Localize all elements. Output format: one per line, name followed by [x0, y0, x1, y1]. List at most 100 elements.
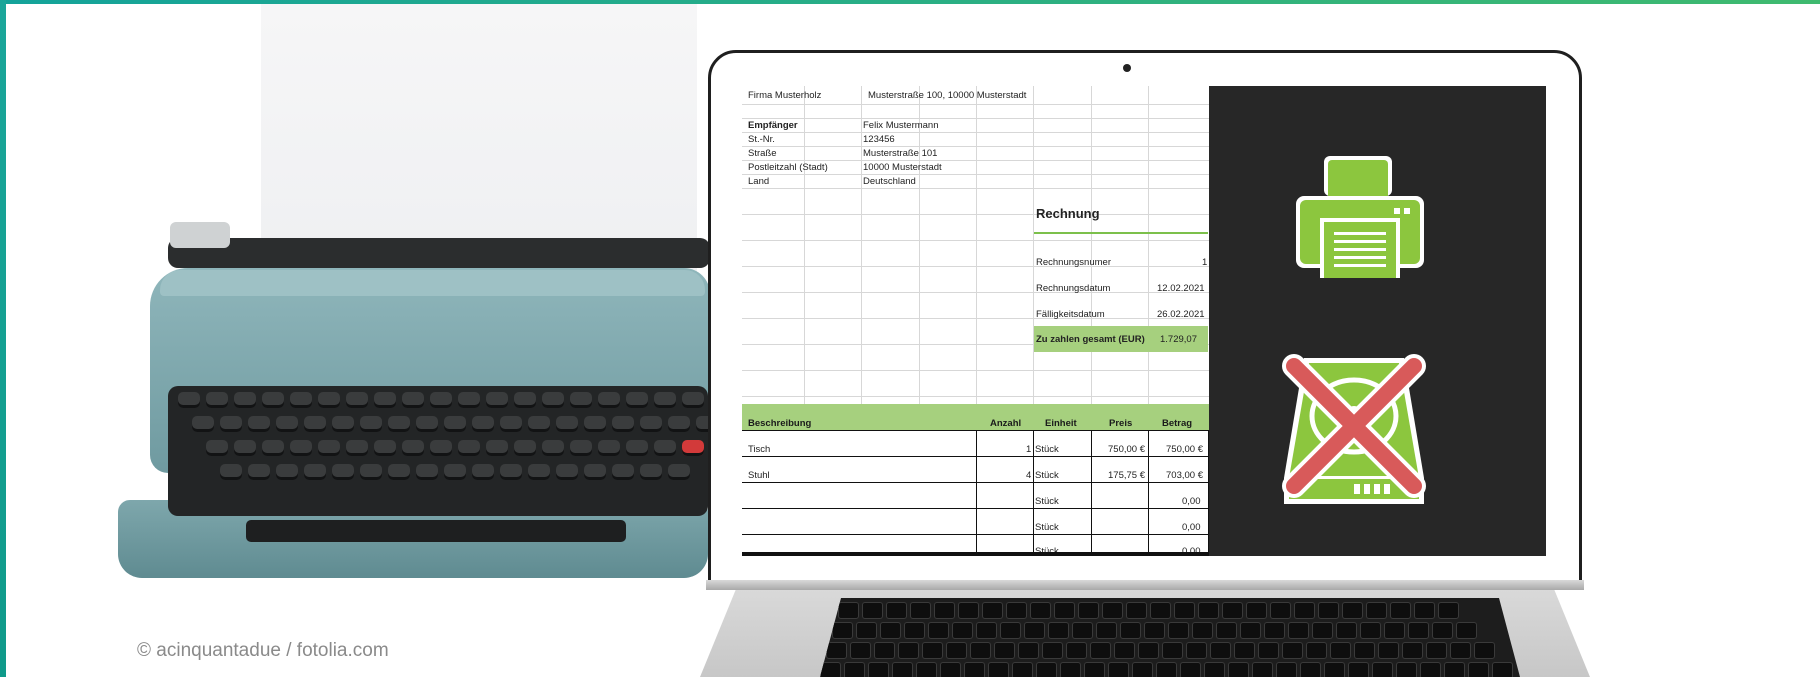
item-qty: 4: [1026, 470, 1032, 481]
col-qty: Anzahl: [990, 418, 1022, 429]
typewriter-key: [668, 464, 690, 480]
typewriter-key: [416, 464, 438, 480]
laptop-key: [1240, 622, 1261, 639]
laptop-key: [1222, 602, 1243, 619]
typewriter-spacebar: [246, 520, 626, 542]
laptop-key: [1144, 622, 1165, 639]
laptop-key: [1336, 622, 1357, 639]
laptop-key: [1456, 622, 1477, 639]
title-underline: [1034, 232, 1208, 234]
typewriter-key: [598, 392, 620, 408]
laptop-key: [1252, 662, 1273, 677]
laptop-key: [958, 602, 979, 619]
total-label: Zu zahlen gesamt (EUR): [1036, 334, 1145, 345]
typewriter-key: [528, 464, 550, 480]
laptop-key: [1216, 622, 1237, 639]
typewriter-roller: [168, 238, 710, 268]
recipient-name: Felix Mustermann: [863, 120, 939, 131]
laptop-key: [1300, 662, 1321, 677]
laptop-key: [1402, 642, 1423, 659]
typewriter-key: [584, 464, 606, 480]
laptop-key: [1264, 622, 1285, 639]
typewriter-key: [500, 416, 522, 432]
laptop-key: [1450, 642, 1471, 659]
laptop-key: [1108, 662, 1129, 677]
typewriter-key: [388, 464, 410, 480]
recipient-heading: Empfänger: [748, 120, 798, 131]
typewriter-key: [584, 416, 606, 432]
recipient-label: Straße: [748, 148, 777, 159]
printer-icon[interactable]: [1292, 146, 1428, 282]
laptop-key: [898, 642, 919, 659]
typewriter-key: [528, 416, 550, 432]
laptop-key: [850, 642, 871, 659]
typewriter-key: [290, 440, 312, 456]
laptop-key: [1036, 662, 1057, 677]
meta-value: 26.02.2021: [1157, 309, 1205, 320]
typewriter-key: [458, 392, 480, 408]
item-amount: 0,00: [1182, 496, 1201, 507]
typewriter-key: [220, 416, 242, 432]
recipient-label: St.-Nr.: [748, 134, 775, 145]
laptop-key: [1414, 602, 1435, 619]
recipient-value: Musterstraße 101: [863, 148, 938, 159]
laptop-key: [1180, 662, 1201, 677]
typewriter-key: [444, 416, 466, 432]
invoice-spreadsheet: Firma Musterholz Musterstraße 100, 10000…: [742, 86, 1209, 556]
laptop-key: [1366, 602, 1387, 619]
recipient-value: 10000 Musterstadt: [863, 162, 942, 173]
recipient-label: Land: [748, 176, 770, 187]
typewriter-key: [346, 440, 368, 456]
meta-value: 12.02.2021: [1157, 283, 1205, 294]
typewriter-key: [542, 392, 564, 408]
laptop-key: [1012, 662, 1033, 677]
laptop-key: [844, 662, 865, 677]
laptop-key: [1348, 662, 1369, 677]
typewriter-key: [374, 440, 396, 456]
laptop-key: [1060, 662, 1081, 677]
laptop-key: [1126, 602, 1147, 619]
laptop-key: [994, 642, 1015, 659]
typewriter-key: [458, 440, 480, 456]
typewriter-key: [304, 416, 326, 432]
laptop-key: [928, 622, 949, 639]
item-amount: 750,00 €: [1166, 444, 1203, 455]
laptop-key: [1384, 622, 1405, 639]
typewriter-key: [262, 392, 284, 408]
laptop-key: [874, 642, 895, 659]
typewriter-key: [570, 440, 592, 456]
laptop-key: [856, 622, 877, 639]
laptop-key: [1006, 602, 1027, 619]
laptop-camera: [1123, 64, 1131, 72]
sender-name: Firma Musterholz: [748, 90, 822, 101]
laptop-key: [1192, 622, 1213, 639]
typewriter-key: [276, 416, 298, 432]
laptop-key: [988, 662, 1009, 677]
item-unit: Stück: [1035, 470, 1059, 481]
laptop-key: [1426, 642, 1447, 659]
typewriter-key: [360, 416, 382, 432]
col-amount: Betrag: [1162, 418, 1193, 429]
laptop-key: [952, 622, 973, 639]
laptop-key: [964, 662, 985, 677]
laptop-key: [1066, 642, 1087, 659]
total-value: 1.729,07: [1160, 334, 1197, 345]
laptop-key: [1312, 622, 1333, 639]
typewriter-key: [514, 392, 536, 408]
typewriter-key: [402, 392, 424, 408]
hard-drive-crossed-icon[interactable]: [1276, 354, 1432, 514]
laptop-key: [1372, 662, 1393, 677]
left-accent-bar: [0, 0, 6, 677]
laptop-key: [892, 662, 913, 677]
laptop-key: [1084, 662, 1105, 677]
typewriter-key: [262, 440, 284, 456]
laptop-key: [832, 622, 853, 639]
laptop-hinge: [706, 580, 1584, 590]
laptop-key: [1306, 642, 1327, 659]
typewriter-key: [486, 440, 508, 456]
typewriter-key: [556, 464, 578, 480]
laptop-key: [1030, 602, 1051, 619]
laptop-key: [1390, 602, 1411, 619]
laptop-key: [1246, 602, 1267, 619]
laptop-key: [970, 642, 991, 659]
